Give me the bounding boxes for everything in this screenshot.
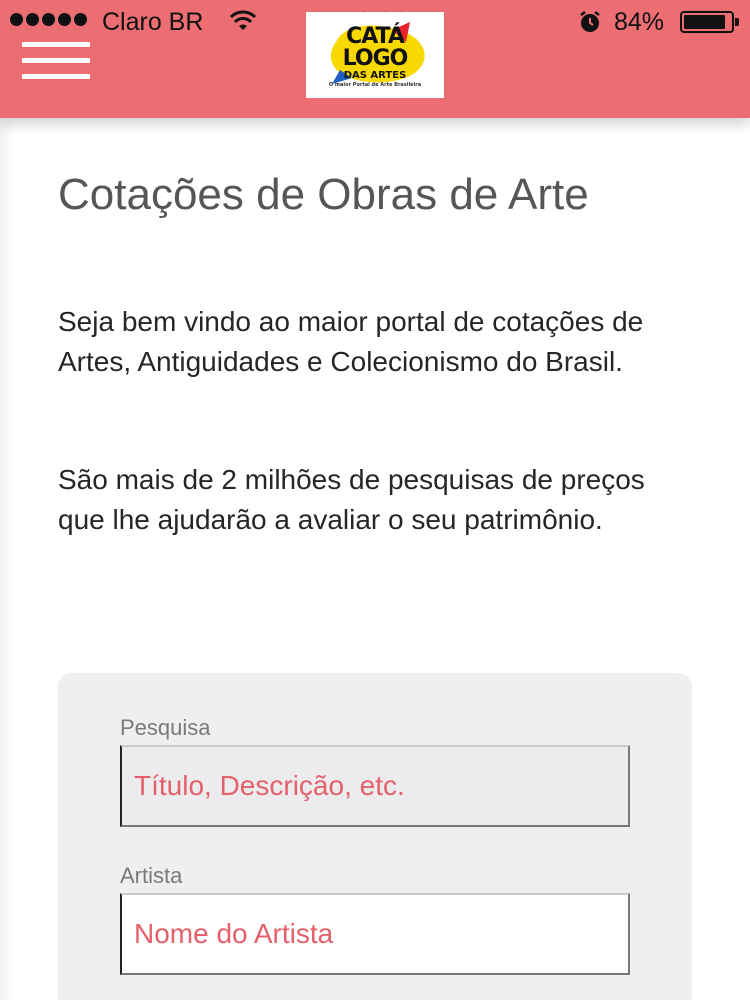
battery-icon <box>680 11 739 33</box>
artist-input[interactable] <box>120 893 630 975</box>
page-title: Cotações de Obras de Arte <box>58 170 589 219</box>
app-header: Claro BR 16:36 84% CATÁ LOGO DAS ARTES O <box>0 0 750 118</box>
alarm-icon <box>580 11 600 32</box>
logo-text-line1: CATÁ <box>346 24 405 49</box>
battery-percentage: 84% <box>614 8 665 36</box>
logo-tagline: O maior Portal de Arte Brasileira <box>328 82 422 88</box>
search-label: Pesquisa <box>120 715 211 740</box>
site-logo[interactable]: CATÁ LOGO DAS ARTES O maior Portal de Ar… <box>306 12 444 98</box>
stats-paragraph: São mais de 2 milhões de pesquisas de pr… <box>58 464 645 535</box>
logo-text-line3: DAS ARTES <box>343 70 407 81</box>
artist-label: Artista <box>120 863 183 888</box>
search-input[interactable] <box>120 745 630 827</box>
intro-paragraph: Seja bem vindo ao maior portal de cotaçõ… <box>58 306 644 377</box>
menu-icon[interactable] <box>22 40 92 82</box>
search-form: Pesquisa Artista <box>58 673 692 1000</box>
page-edge-shadow <box>0 118 14 1000</box>
logo-text-line2: LOGO <box>342 46 409 71</box>
